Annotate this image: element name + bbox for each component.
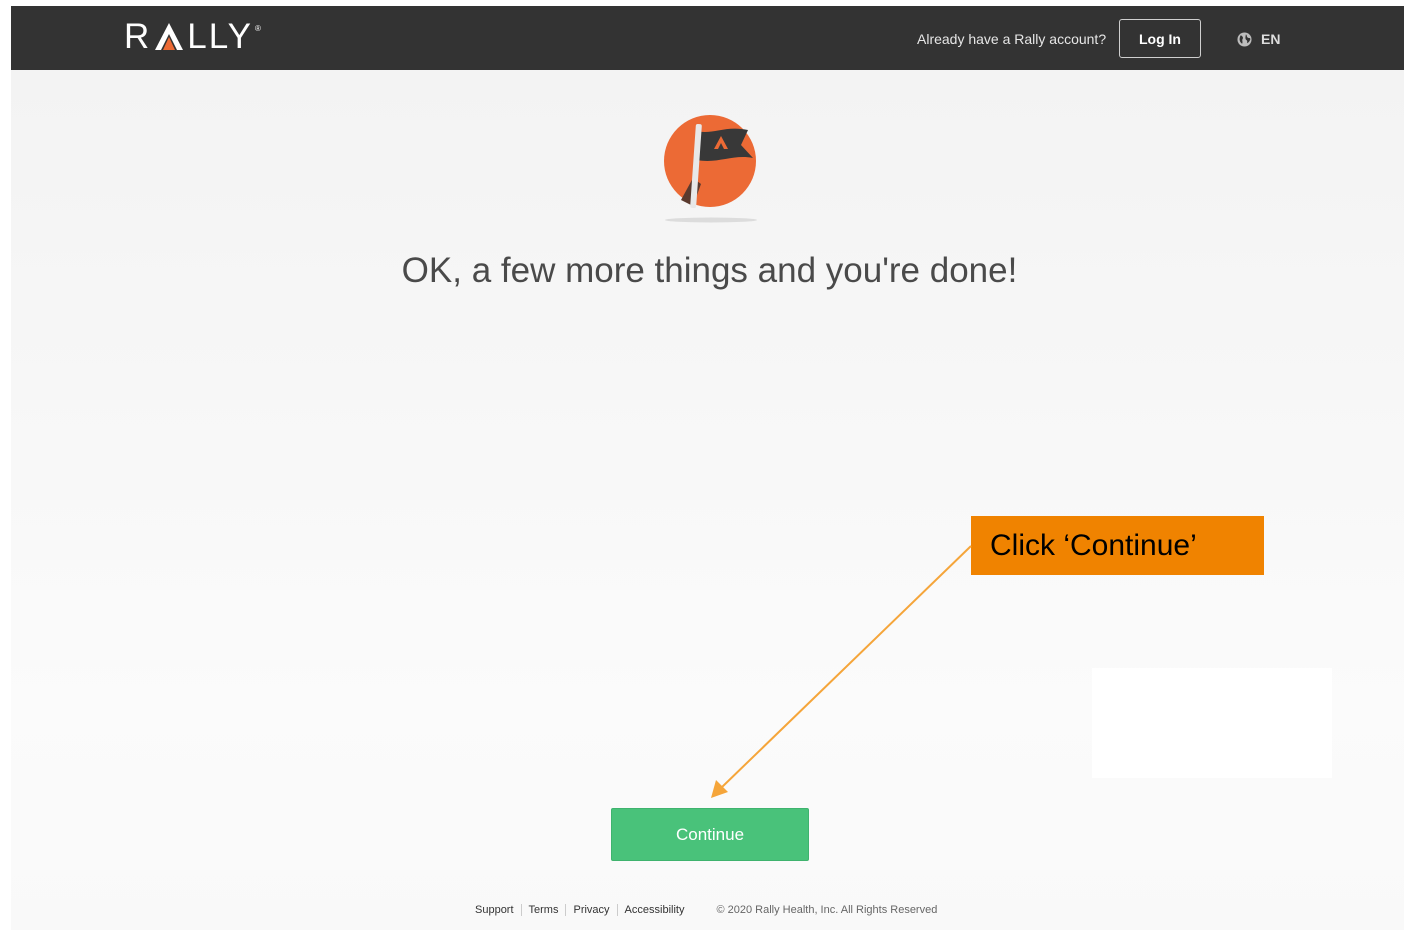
app-frame: R LLY ® Already have a Rally account? Lo… bbox=[11, 6, 1404, 930]
copyright-text: © 2020 Rally Health, Inc. All Rights Res… bbox=[716, 904, 938, 916]
top-navigation-bar: R LLY ® Already have a Rally account? Lo… bbox=[11, 6, 1404, 70]
logo-text-left: R bbox=[124, 17, 152, 56]
footer-divider bbox=[520, 904, 522, 916]
footer-link-privacy[interactable]: Privacy bbox=[573, 903, 609, 917]
flag-icon bbox=[664, 115, 757, 223]
footer-divider bbox=[565, 904, 567, 916]
continue-button[interactable]: Continue bbox=[611, 808, 809, 861]
rally-logo[interactable]: R LLY ® bbox=[124, 17, 261, 56]
log-in-button[interactable]: Log In bbox=[1119, 19, 1201, 58]
background-panel bbox=[1092, 668, 1332, 778]
globe-icon bbox=[1237, 31, 1252, 47]
already-have-account-text: Already have a Rally account? bbox=[917, 31, 1107, 47]
continue-label: Continue bbox=[675, 824, 745, 844]
footer: Support Terms Privacy Accessibility © 20… bbox=[475, 903, 937, 917]
registered-mark: ® bbox=[254, 24, 261, 33]
logo-a-icon bbox=[155, 23, 184, 50]
footer-link-support[interactable]: Support bbox=[475, 903, 514, 917]
footer-link-terms[interactable]: Terms bbox=[529, 903, 559, 917]
language-label: EN bbox=[1261, 31, 1281, 47]
instruction-callout: Click ‘Continue’ bbox=[971, 516, 1264, 575]
logo-text-right: LLY bbox=[187, 17, 253, 56]
log-in-label: Log In bbox=[1139, 30, 1181, 47]
page-headline: OK, a few more things and you're done! bbox=[401, 251, 1018, 290]
footer-link-accessibility[interactable]: Accessibility bbox=[625, 903, 685, 917]
footer-divider bbox=[616, 904, 618, 916]
language-selector[interactable]: EN bbox=[1237, 30, 1280, 48]
